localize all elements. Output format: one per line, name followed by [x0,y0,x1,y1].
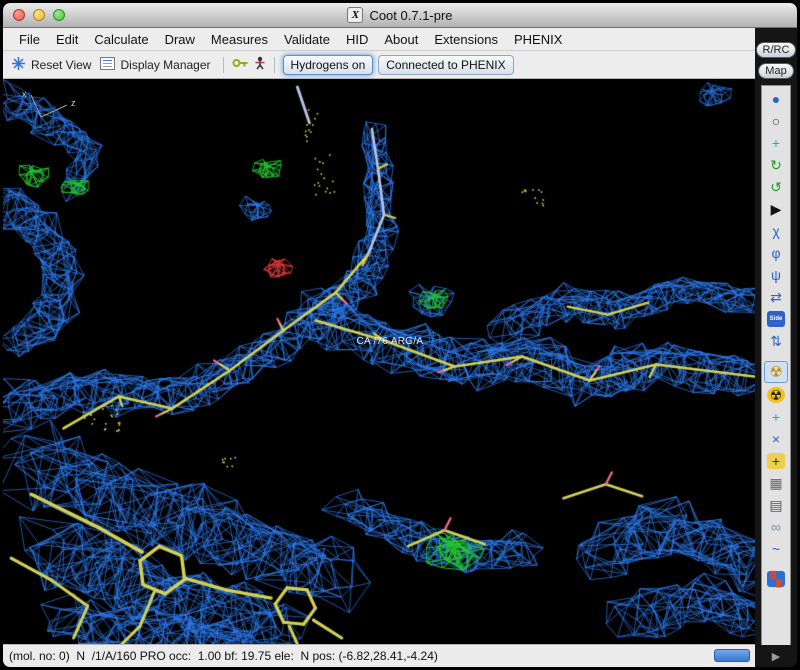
goto-atom-icon[interactable] [232,57,249,72]
rrc-button[interactable]: R/RC [755,42,797,58]
skeleton-icon[interactable]: ~ [764,539,788,559]
menu-item-calculate[interactable]: Calculate [86,32,156,47]
window-title-text: Coot 0.7.1-pre [369,7,453,23]
rotamer-icon[interactable]: χ [764,221,788,241]
grid-icon[interactable]: ▦ [764,473,788,493]
rotate-translate-icon[interactable]: ⇄ [764,287,788,307]
add-alt-conf-icon[interactable]: + [767,453,785,469]
modelling-toolbar: ● ○ + ↻ ↺ ▶ χ φ ψ ⇄ Side ⇅ ☢ ☢ + × + ▦ ▤ ∞ ~ ▚ [761,85,791,645]
map-button[interactable]: Map [758,63,794,79]
close-button[interactable] [13,9,25,21]
menu-item-phenix[interactable]: PHENIX [506,32,570,47]
axis-x-label: x [22,89,27,99]
graphics-viewport: z x CA /76 ARG/A [3,79,755,644]
view-sphere-icon[interactable]: ● [764,89,788,109]
menu-item-hid[interactable]: HID [338,32,376,47]
app-window: X Coot 0.7.1-pre File Edit Calculate Draw Me… [2,2,798,668]
display-flag-icon[interactable]: ▚ [767,571,785,587]
side-chain-icon[interactable]: Side [767,311,785,327]
residue-label: CA /76 ARG/A [356,336,424,348]
clear-icon[interactable]: × [764,429,788,449]
regularize-icon[interactable]: ↺ [764,177,788,197]
titlebar: X Coot 0.7.1-pre [3,3,797,28]
radiation-icon[interactable]: ☢ [767,387,785,403]
menu-item-edit[interactable]: Edit [48,32,86,47]
display-manager-button[interactable]: Display Manager [120,58,210,72]
hydrogens-toggle-button[interactable]: Hydrogens on [282,54,374,75]
axes-indicator: z x [22,89,76,118]
clock-icon[interactable]: ○ [764,111,788,131]
traffic-lights [13,9,65,21]
density-canvas[interactable] [3,79,755,644]
display-manager-icon[interactable] [100,56,116,73]
toolbar: Reset View Display Manager Hydrogens on … [3,51,755,79]
statusbar: (mol. no: 0) N /1/A/160 PRO occ: 1.00 bf… [3,644,755,667]
window-title: X Coot 0.7.1-pre [347,7,453,23]
toolbar-separator [273,56,275,73]
add-atom-icon[interactable]: + [764,407,788,427]
delete-icon[interactable]: ▤ [764,495,788,515]
zoom-button[interactable] [53,9,65,21]
menubar: File Edit Calculate Draw Measures Validate HID… [3,28,755,51]
menu-item-draw[interactable]: Draw [157,32,203,47]
reset-view-icon[interactable] [11,56,26,74]
menu-item-about[interactable]: About [376,32,426,47]
ligand-icon[interactable]: ∞ [764,517,788,537]
right-panel: R/RC Map ● ○ + ↻ ↺ ▶ χ φ ψ ⇄ Side ⇅ ☢ ☢ + × + ▦ ▤ ∞ ~ ▚ ▶ [755,28,797,667]
menu-item-measures[interactable]: Measures [203,32,276,47]
menu-item-file[interactable]: File [11,32,48,47]
baton-figure-icon[interactable] [254,56,266,73]
status-text: (mol. no: 0) N /1/A/160 PRO occ: 1.00 bf… [9,649,438,663]
play-icon[interactable]: ▶ [764,199,788,219]
minimize-button[interactable] [33,9,45,21]
refine-icon[interactable]: ↻ [764,155,788,175]
radiation-active-icon[interactable]: ☢ [764,361,788,383]
progress-indicator [714,649,750,662]
axis-z-label: z [71,98,76,108]
chi-angles-icon[interactable]: φ [764,243,788,263]
menu-item-extensions[interactable]: Extensions [426,32,506,47]
x11-logo-icon: X [347,7,364,23]
translate-view-icon[interactable]: + [764,133,788,153]
phenix-connection-button[interactable]: Connected to PHENIX [378,54,514,75]
toolbar-overflow-arrow-icon[interactable]: ▶ [772,650,780,663]
flip-peptide-icon[interactable]: ⇅ [764,331,788,351]
toolbar-separator [222,56,224,73]
menu-item-validate[interactable]: Validate [276,32,338,47]
reset-view-button[interactable]: Reset View [31,58,91,72]
torsion-icon[interactable]: ψ [764,265,788,285]
